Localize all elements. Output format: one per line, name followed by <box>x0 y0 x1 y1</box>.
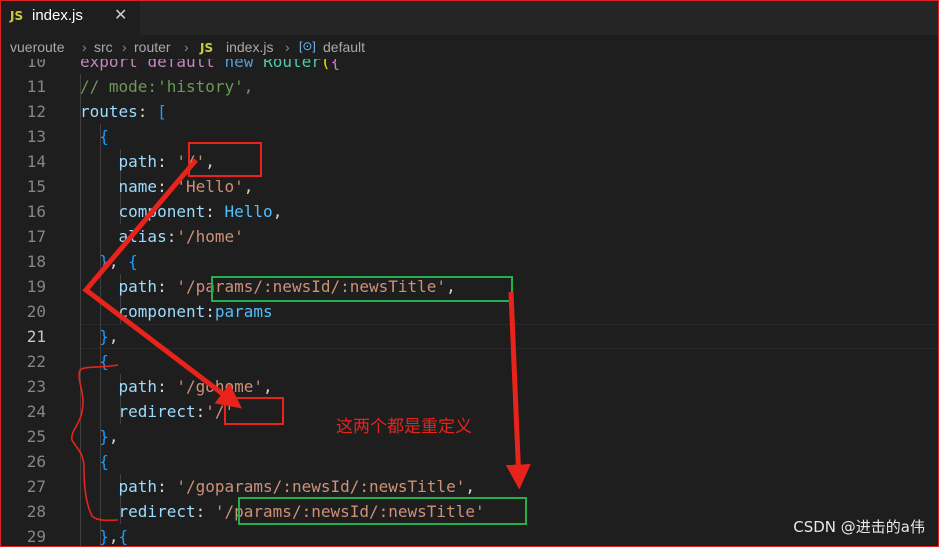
javascript-file-icon: JS <box>10 9 24 23</box>
line-number: 11 <box>26 77 46 96</box>
code-line[interactable]: 15 name: 'Hello', <box>0 174 939 199</box>
line-number: 27 <box>26 477 46 496</box>
line-number: 13 <box>26 127 46 146</box>
line-number: 14 <box>26 152 46 171</box>
breadcrumb-item-index-js[interactable]: index.js <box>226 39 273 55</box>
annotation-note: 这两个都是重定义 <box>336 417 472 437</box>
breadcrumb-item-default[interactable]: default <box>323 39 365 55</box>
breadcrumb-separator-icon: › <box>285 39 290 55</box>
code-text: redirect: '/params/:newsId/:newsTitle' <box>118 502 485 521</box>
tab-index-js[interactable]: JS index.js ✕ <box>0 0 140 35</box>
line-number: 21 <box>26 327 46 346</box>
code-text: path: '/gohome', <box>118 377 273 396</box>
breadcrumb: vueroute › src › router › JS index.js › … <box>0 35 939 59</box>
code-line[interactable]: 17 alias:'/home' <box>0 224 939 249</box>
watermark: CSDN @进击的a伟 <box>793 518 925 536</box>
code-text: path: '/goparams/:newsId/:newsTitle', <box>118 477 475 496</box>
code-line[interactable]: 19 path: '/params/:newsId/:newsTitle', <box>0 274 939 299</box>
code-text: routes: [ <box>80 102 167 121</box>
code-text: },{ <box>99 527 129 546</box>
code-text: path: '/', <box>118 152 215 171</box>
code-line[interactable]: 23 path: '/gohome', <box>0 374 939 399</box>
code-text: { <box>99 352 109 371</box>
code-text: { <box>99 452 109 471</box>
line-number: 17 <box>26 227 46 246</box>
code-text: export default new Router({ <box>80 59 341 71</box>
code-text: // mode:'history', <box>80 77 254 96</box>
code-line[interactable]: 14 path: '/', <box>0 149 939 174</box>
code-editor[interactable]: 10 export default new Router({ 11 // mode:'… <box>0 59 939 547</box>
code-text: }, { <box>99 252 138 271</box>
javascript-file-icon: JS <box>200 41 214 55</box>
code-line[interactable]: 27 path: '/goparams/:newsId/:newsTitle', <box>0 474 939 499</box>
breadcrumb-item-router[interactable]: router <box>134 39 171 55</box>
breadcrumb-item-vueroute[interactable]: vueroute <box>10 39 64 55</box>
code-line[interactable]: 12 routes: [ <box>0 99 939 124</box>
line-number: 26 <box>26 452 46 471</box>
code-line[interactable]: 26 { <box>0 449 939 474</box>
line-number: 10 <box>26 59 46 71</box>
code-text: redirect:'/' <box>118 402 235 421</box>
breadcrumb-item-src[interactable]: src <box>94 39 113 55</box>
tab-title: index.js <box>32 7 83 24</box>
code-text: path: '/params/:newsId/:newsTitle', <box>118 277 456 296</box>
code-text: component:params <box>118 302 273 321</box>
line-number: 12 <box>26 102 46 121</box>
line-number: 18 <box>26 252 46 271</box>
code-line[interactable]: 21 }, <box>0 324 939 349</box>
code-text: component: Hello, <box>118 202 283 221</box>
code-text: alias:'/home' <box>118 227 244 246</box>
code-line[interactable]: 20 component:params <box>0 299 939 324</box>
code-line[interactable]: 11 // mode:'history', <box>0 74 939 99</box>
code-text: }, <box>99 427 119 446</box>
tab-bar: JS index.js ✕ <box>0 0 939 35</box>
breadcrumb-separator-icon: › <box>184 39 189 55</box>
symbol-variable-icon: [⊙] <box>299 39 316 53</box>
line-number: 15 <box>26 177 46 196</box>
line-number: 25 <box>26 427 46 446</box>
breadcrumb-separator-icon: › <box>122 39 127 55</box>
close-icon[interactable]: ✕ <box>114 5 127 24</box>
line-number: 20 <box>26 302 46 321</box>
line-number: 23 <box>26 377 46 396</box>
line-number: 22 <box>26 352 46 371</box>
code-line[interactable]: 22 { <box>0 349 939 374</box>
code-line[interactable]: 13 { <box>0 124 939 149</box>
code-text: }, <box>99 327 119 346</box>
line-number: 29 <box>26 527 46 546</box>
code-line[interactable]: 18 }, { <box>0 249 939 274</box>
line-number: 16 <box>26 202 46 221</box>
line-number: 28 <box>26 502 46 521</box>
code-line[interactable]: 10 export default new Router({ <box>0 59 939 74</box>
code-text: name: 'Hello', <box>118 177 254 196</box>
code-text: { <box>99 127 109 146</box>
line-number: 19 <box>26 277 46 296</box>
breadcrumb-separator-icon: › <box>82 39 87 55</box>
code-line[interactable]: 16 component: Hello, <box>0 199 939 224</box>
line-number: 24 <box>26 402 46 421</box>
